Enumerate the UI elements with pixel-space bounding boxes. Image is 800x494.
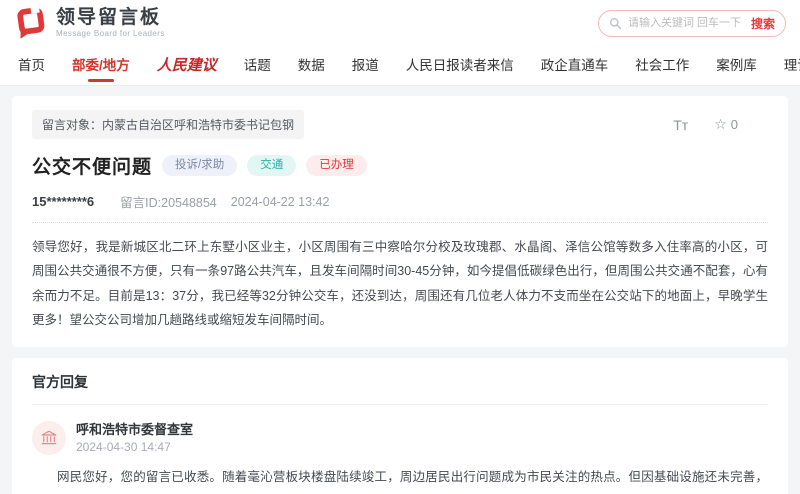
search-button[interactable]: 搜索 (745, 15, 775, 32)
main-nav: 首页 部委/地方 人民建议 话题 数据 报道 人民日报读者来信 政企直通车 社会… (0, 46, 800, 86)
site-title: 领导留言板 (56, 7, 162, 29)
logo-icon (17, 6, 45, 39)
message-user: 15********6 (32, 194, 95, 209)
search-icon (609, 17, 622, 29)
reply-body: 网民您好，您的留言已收悉。随着毫沁营板块楼盘陆续竣工，周边居民出行问题成为市民关… (57, 470, 768, 485)
recipient-badge: 留言对象：内蒙古自治区呼和浩特市委书记包钢 (32, 110, 305, 139)
nav-item-data[interactable]: 数据 (298, 47, 325, 85)
nav-item-topics[interactable]: 话题 (244, 47, 271, 85)
nav-item-social-work[interactable]: 社会工作 (635, 47, 689, 85)
nav-item-theory[interactable]: 理论 (784, 47, 800, 85)
logo-text: 领导留言板 Message Board for Leaders (56, 7, 165, 38)
reply-section-title: 官方回复 (32, 373, 88, 390)
message-title: 公交不便问题 (32, 157, 153, 178)
reply-author: 呼和浩特市委督查室 (76, 421, 194, 437)
header: 领导留言板 Message Board for Leaders 搜索 (0, 0, 800, 46)
tag-traffic[interactable]: 交通 (247, 155, 297, 176)
favorite-button[interactable]: ☆ 0 (714, 116, 738, 133)
official-reply-card: 官方回复 呼和浩特市委督查室 2024-04-30 14:47 网民您好，您的留… (12, 357, 788, 494)
page-content: 留言对象：内蒙古自治区呼和浩特市委书记包钢 Tт ☆ 0 公交不便问题 投诉/求… (0, 86, 800, 494)
nav-item-ministries-local[interactable]: 部委/地方 (72, 47, 130, 85)
divider (32, 222, 768, 223)
site-subtitle: Message Board for Leaders (56, 28, 165, 38)
search-box[interactable]: 搜索 (598, 9, 786, 37)
message-card: 留言对象：内蒙古自治区呼和浩特市委书记包钢 Tт ☆ 0 公交不便问题 投诉/求… (12, 96, 788, 347)
divider (32, 403, 768, 405)
nav-item-case-library[interactable]: 案例库 (716, 47, 757, 85)
nav-item-reports[interactable]: 报道 (352, 47, 379, 85)
tag-status-handled: 已办理 (306, 155, 367, 176)
reply-date: 2024-04-30 14:47 (76, 439, 171, 454)
message-id: 留言ID:20548854 (120, 196, 217, 210)
star-icon: ☆ (714, 116, 727, 132)
message-body: 领导您好，我是新城区北二环上东墅小区业主，小区周围有三中察哈尔分校及玫瑰郡、水晶… (32, 240, 768, 328)
font-size-toggle-icon[interactable]: Tт (673, 117, 688, 133)
nav-item-reader-letters[interactable]: 人民日报读者来信 (406, 47, 514, 85)
message-date: 2024-04-22 13:42 (230, 194, 330, 209)
tag-complaint[interactable]: 投诉/求助 (162, 155, 238, 176)
site-logo[interactable]: 领导留言板 Message Board for Leaders (14, 6, 165, 40)
nav-item-home[interactable]: 首页 (18, 47, 45, 85)
star-count: 0 (730, 117, 738, 132)
search-input[interactable] (628, 17, 745, 29)
nav-item-peoples-suggestions[interactable]: 人民建议 (157, 47, 217, 85)
nav-item-gov-biz-express[interactable]: 政企直通车 (541, 47, 609, 85)
government-building-icon (32, 420, 66, 455)
